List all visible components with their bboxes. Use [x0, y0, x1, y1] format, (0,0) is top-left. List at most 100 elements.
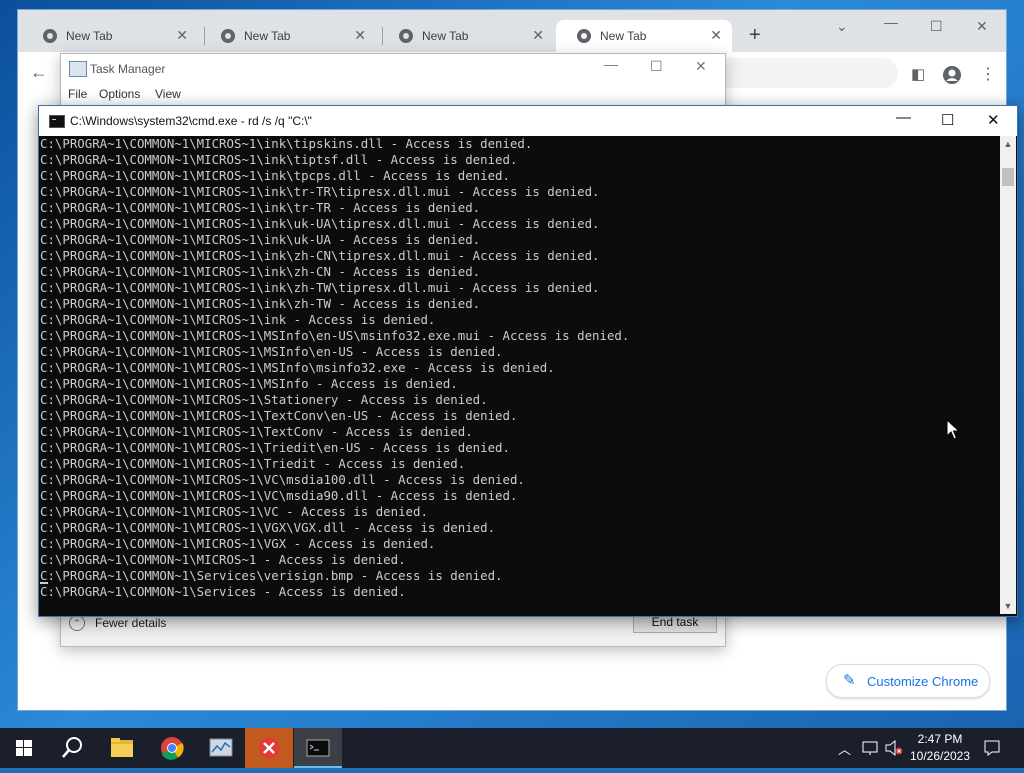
new-tab-button[interactable]: +	[749, 24, 761, 47]
taskbar-clock[interactable]: 2:47 PM 10/26/2023	[902, 731, 978, 765]
cmd-output-line: C:\PROGRA~1\COMMON~1\MICROS~1\ink\uk-UA\…	[40, 216, 600, 231]
chrome-tab[interactable]: New Tab ✕	[22, 20, 198, 52]
file-explorer-icon	[111, 738, 133, 757]
cmd-output-line: C:\PROGRA~1\COMMON~1\MICROS~1\TextConv\e…	[40, 408, 518, 423]
chrome-tab[interactable]: New Tab ✕	[200, 20, 376, 52]
cmd-output-line: C:\PROGRA~1\COMMON~1\Services - Access i…	[40, 584, 406, 599]
back-arrow-icon[interactable]: ←	[30, 62, 48, 83]
cmd-output-line: C:\PROGRA~1\COMMON~1\MICROS~1\Triedit\en…	[40, 440, 510, 455]
minimize-icon[interactable]: —	[604, 56, 618, 72]
taskbar-file-explorer[interactable]	[98, 728, 146, 768]
cmd-window: C:\Windows\system32\cmd.exe - rd /s /q "…	[38, 105, 1018, 617]
cmd-output-line: C:\PROGRA~1\COMMON~1\MICROS~1\ink\uk-UA …	[40, 232, 481, 247]
cmd-icon	[306, 739, 330, 757]
fewer-details-link[interactable]: Fewer details	[95, 616, 166, 630]
chrome-tab-label: New Tab	[422, 29, 469, 43]
cmd-output-line: C:\PROGRA~1\COMMON~1\MICROS~1\ink\zh-TW\…	[40, 280, 600, 295]
cmd-output-line: C:\PROGRA~1\COMMON~1\MICROS~1\Triedit - …	[40, 456, 466, 471]
task-manager-title: Task Manager	[90, 62, 166, 76]
chrome-favicon-icon	[577, 29, 591, 43]
close-window-icon[interactable]: ✕	[976, 18, 988, 35]
cmd-output-line: C:\PROGRA~1\COMMON~1\MICROS~1\ink\zh-CN\…	[40, 248, 600, 263]
more-menu-icon[interactable]: ⋮	[980, 64, 996, 84]
close-window-icon[interactable]: ✕	[695, 58, 707, 75]
start-button[interactable]	[0, 728, 48, 768]
close-tab-icon[interactable]: ✕	[710, 27, 722, 44]
cmd-output-line: C:\PROGRA~1\COMMON~1\MICROS~1 - Access i…	[40, 552, 406, 567]
task-manager-titlebar[interactable]: Task Manager — ☐ ✕	[61, 54, 725, 84]
chrome-tab-active[interactable]: New Tab ✕	[556, 20, 732, 52]
cmd-output-line: C:\PROGRA~1\COMMON~1\MICROS~1\VC\msdia10…	[40, 472, 525, 487]
customize-chrome-button[interactable]: ✎ Customize Chrome	[826, 664, 990, 698]
task-manager-icon	[209, 738, 233, 757]
search-icon	[62, 737, 82, 758]
clock-date: 10/26/2023	[909, 749, 971, 763]
cmd-output[interactable]: C:\PROGRA~1\COMMON~1\MICROS~1\ink\tipski…	[40, 136, 1000, 614]
cmd-output-line: C:\PROGRA~1\COMMON~1\MICROS~1\MSInfo\msi…	[40, 360, 555, 375]
chrome-tab-label: New Tab	[244, 29, 291, 43]
profile-avatar-icon[interactable]	[942, 65, 962, 85]
scroll-up-icon[interactable]: ▲	[1000, 136, 1016, 152]
notifications-icon[interactable]	[983, 739, 1001, 757]
cmd-output-line: C:\PROGRA~1\COMMON~1\MICROS~1\ink\zh-TW …	[40, 296, 481, 311]
cmd-output-line: C:\PROGRA~1\COMMON~1\MICROS~1\ink\tiptsf…	[40, 152, 518, 167]
close-tab-icon[interactable]: ✕	[532, 27, 544, 44]
close-tab-icon[interactable]: ✕	[354, 27, 366, 44]
search-button[interactable]	[48, 728, 96, 768]
taskbar-chrome[interactable]	[148, 728, 196, 768]
close-tab-icon[interactable]: ✕	[176, 27, 188, 44]
cmd-output-line: C:\PROGRA~1\COMMON~1\MICROS~1\VC\msdia90…	[40, 488, 518, 503]
taskbar: ︿ 2:47 PM 10/26/2023	[0, 728, 1024, 768]
cmd-output-line: C:\PROGRA~1\COMMON~1\MICROS~1\MSInfo - A…	[40, 376, 458, 391]
side-panel-icon[interactable]: ◧	[911, 65, 925, 83]
chrome-favicon-icon	[221, 29, 235, 43]
windows-start-icon	[16, 740, 32, 756]
chrome-favicon-icon	[399, 29, 413, 43]
cmd-output-line: C:\PROGRA~1\COMMON~1\MICROS~1\ink\tipski…	[40, 136, 533, 151]
minimize-icon[interactable]: —	[896, 109, 911, 126]
chrome-tab[interactable]: New Tab ✕	[378, 20, 554, 52]
cmd-output-line: C:\PROGRA~1\COMMON~1\MICROS~1\VGX\VGX.dl…	[40, 520, 496, 535]
menu-options[interactable]: Options	[99, 87, 140, 101]
cmd-output-line: C:\PROGRA~1\COMMON~1\Services\verisign.b…	[40, 568, 503, 583]
cmd-titlebar[interactable]: C:\Windows\system32\cmd.exe - rd /s /q "…	[39, 106, 1017, 136]
menu-view[interactable]: View	[155, 87, 181, 101]
taskbar-red-x-app[interactable]	[245, 728, 293, 768]
cmd-output-line: C:\PROGRA~1\COMMON~1\MICROS~1\ink\zh-CN …	[40, 264, 481, 279]
volume-muted-icon[interactable]	[884, 740, 904, 756]
cmd-output-line: C:\PROGRA~1\COMMON~1\MICROS~1\ink\tpcps.…	[40, 168, 510, 183]
cmd-output-line: C:\PROGRA~1\COMMON~1\MICROS~1\VGX - Acce…	[40, 536, 436, 551]
chrome-favicon-icon	[43, 29, 57, 43]
cmd-output-line: C:\PROGRA~1\COMMON~1\MICROS~1\VC - Acces…	[40, 504, 428, 519]
tab-search-icon[interactable]: ⌄	[836, 18, 848, 35]
cmd-output-line: C:\PROGRA~1\COMMON~1\MICROS~1\Stationery…	[40, 392, 488, 407]
cmd-output-line: C:\PROGRA~1\COMMON~1\MICROS~1\ink - Acce…	[40, 312, 436, 327]
taskbar-cmd[interactable]	[294, 728, 342, 768]
menu-file[interactable]: File	[68, 87, 87, 101]
maximize-icon[interactable]: ☐	[930, 18, 943, 35]
omnibox[interactable]	[708, 58, 898, 88]
chrome-tab-label: New Tab	[66, 29, 113, 43]
network-icon[interactable]	[862, 740, 880, 756]
maximize-icon[interactable]: ☐	[941, 111, 954, 129]
close-window-icon[interactable]: ✕	[987, 111, 1000, 129]
chrome-icon	[161, 737, 184, 760]
maximize-icon[interactable]: ☐	[650, 58, 663, 75]
task-manager-menu-bar: File Options View	[61, 84, 725, 106]
minimize-icon[interactable]: —	[884, 14, 898, 30]
clock-time: 2:47 PM	[917, 732, 963, 746]
chrome-tab-strip: New Tab ✕ New Tab ✕ New Tab ✕ New Tab ✕ …	[18, 10, 1006, 52]
chevron-up-icon[interactable]: ⌃	[69, 615, 85, 631]
customize-chrome-label: Customize Chrome	[867, 674, 979, 689]
chevron-up-icon[interactable]: ︿	[838, 739, 851, 758]
cmd-scrollbar[interactable]: ▲ ▼	[1000, 136, 1016, 614]
cmd-output-line: C:\PROGRA~1\COMMON~1\MICROS~1\TextConv -…	[40, 424, 473, 439]
cmd-output-line: C:\PROGRA~1\COMMON~1\MICROS~1\ink\tr-TR …	[40, 200, 481, 215]
scroll-down-icon[interactable]: ▼	[1000, 598, 1016, 614]
cmd-output-line: C:\PROGRA~1\COMMON~1\MICROS~1\ink\tr-TR\…	[40, 184, 600, 199]
scroll-thumb[interactable]	[1002, 168, 1014, 186]
taskbar-task-manager[interactable]	[197, 728, 245, 768]
pencil-icon: ✎	[843, 672, 856, 689]
text-cursor	[40, 582, 48, 584]
chrome-tab-label: New Tab	[600, 29, 647, 43]
